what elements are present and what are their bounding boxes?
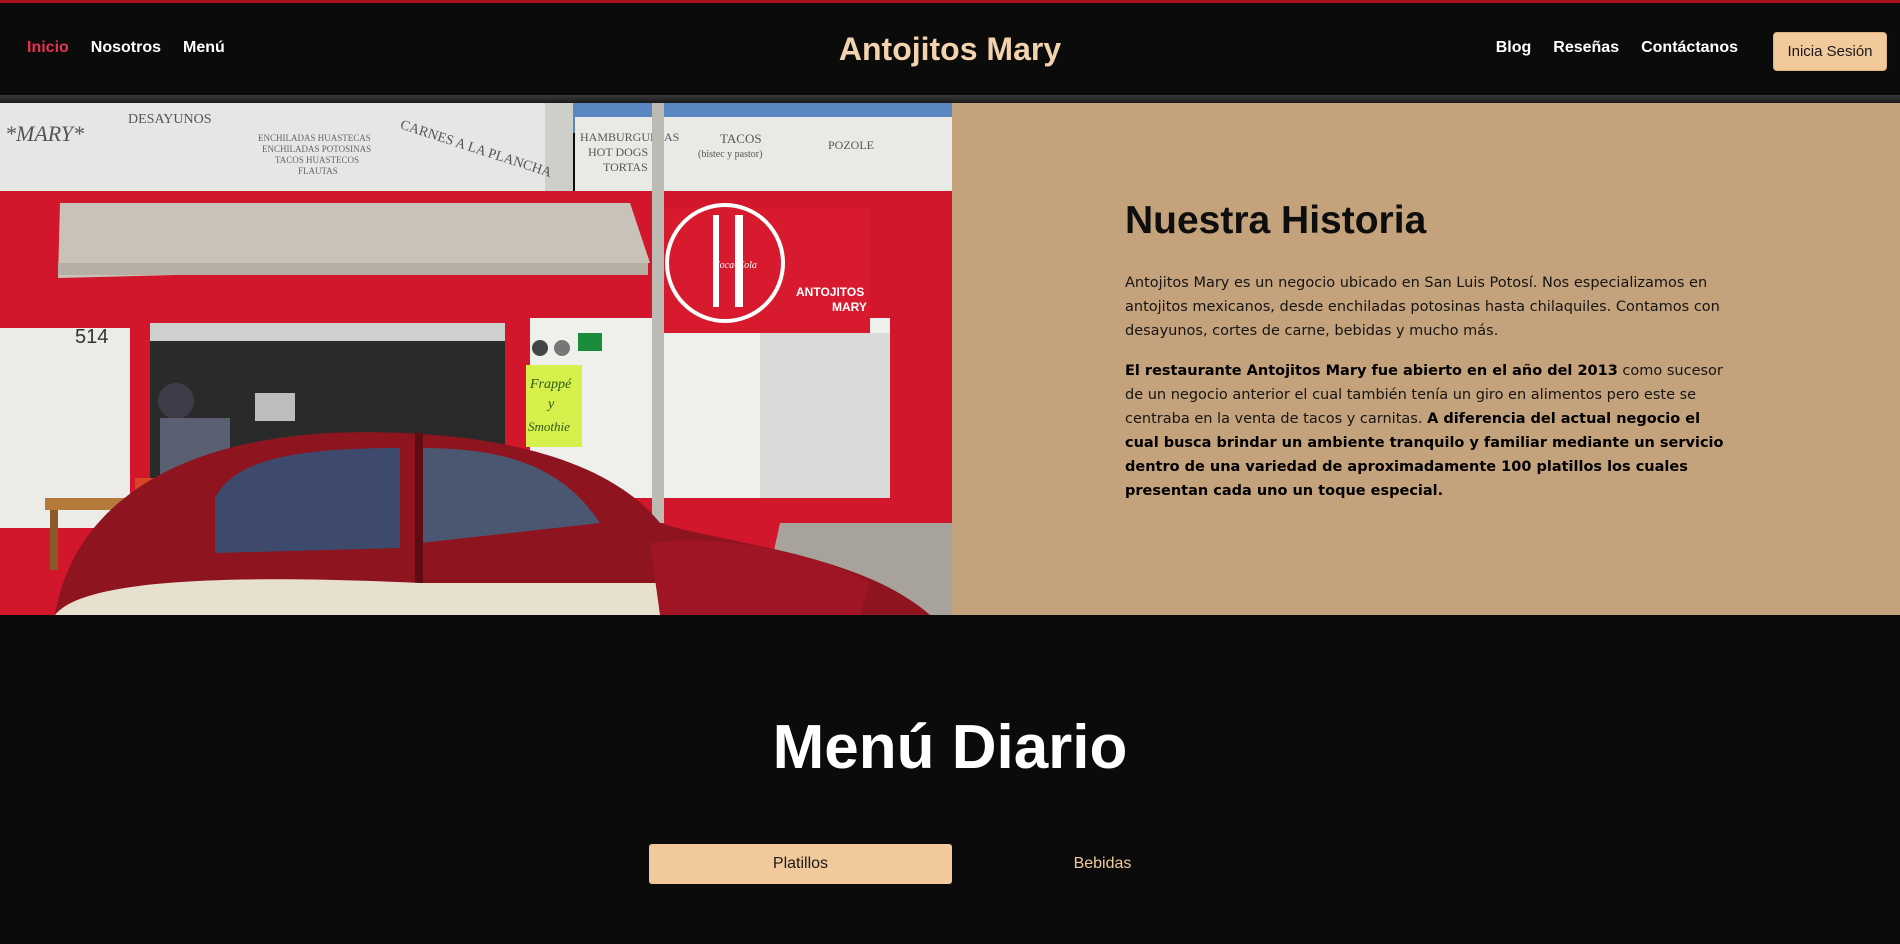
sign-hotdogs: HOT DOGS	[588, 145, 648, 159]
sign-tortas: TORTAS	[603, 160, 648, 174]
sign-mary: *MARY*	[5, 121, 84, 146]
sign-tacos-huastecos: TACOS HUASTECOS	[275, 155, 359, 165]
sign-y: y	[546, 397, 555, 412]
sign-flautas: FLAUTAS	[298, 166, 338, 176]
menu-title: Menú Diario	[772, 713, 1128, 782]
navbar: Inicio Nosotros Menú Antojitos Mary Blog…	[0, 3, 1900, 95]
sign-antojitos: ANTOJITOS	[796, 285, 864, 299]
nav-link-resenas[interactable]: Reseñas	[1553, 39, 1619, 57]
sign-hamburguesas: HAMBURGUESAS	[580, 130, 679, 144]
story-section: Nuestra Historia Antojitos Mary es un ne…	[952, 103, 1900, 615]
sign-desayunos: DESAYUNOS	[128, 112, 212, 127]
sign-enchiladas-potosinas: ENCHILADAS POTOSINAS	[262, 144, 371, 154]
sign-smothie: Smothie	[528, 419, 570, 434]
story-bold-1: El restaurante Antojitos Mary fue abiert…	[1125, 363, 1618, 379]
story-paragraph-1: Antojitos Mary es un negocio ubicado en …	[1125, 275, 1720, 339]
restaurant-photo: *MARY* DESAYUNOS ENCHILADAS HUASTECAS EN…	[0, 103, 952, 615]
story-paragraph-2: El restaurante Antojitos Mary fue abiert…	[1125, 359, 1725, 503]
sign-bistec-pastor: (bistec y pastor)	[698, 149, 762, 160]
nav-right: Blog Reseñas Contáctanos	[1496, 39, 1738, 57]
tab-platillos[interactable]: Platillos	[649, 844, 952, 884]
sign-coca-cola: Coca-Cola	[713, 260, 757, 271]
sign-enchiladas-huastecas: ENCHILADAS HUASTECAS	[258, 133, 371, 143]
story-title: Nuestra Historia	[1125, 199, 1427, 242]
sign-mary-small: MARY	[832, 300, 867, 314]
story-text: Antojitos Mary es un negocio ubicado en …	[1125, 271, 1725, 519]
nav-link-contactanos[interactable]: Contáctanos	[1641, 39, 1738, 57]
navbar-shadow	[0, 95, 1900, 103]
sign-pozole: POZOLE	[828, 138, 874, 152]
sign-frappe: Frappé	[529, 377, 572, 392]
nav-link-blog[interactable]: Blog	[1496, 39, 1532, 57]
tab-bebidas[interactable]: Bebidas	[951, 844, 1254, 884]
house-number: 514	[75, 326, 108, 348]
sign-tacos: TACOS	[720, 131, 762, 146]
login-button[interactable]: Inicia Sesión	[1773, 32, 1887, 71]
